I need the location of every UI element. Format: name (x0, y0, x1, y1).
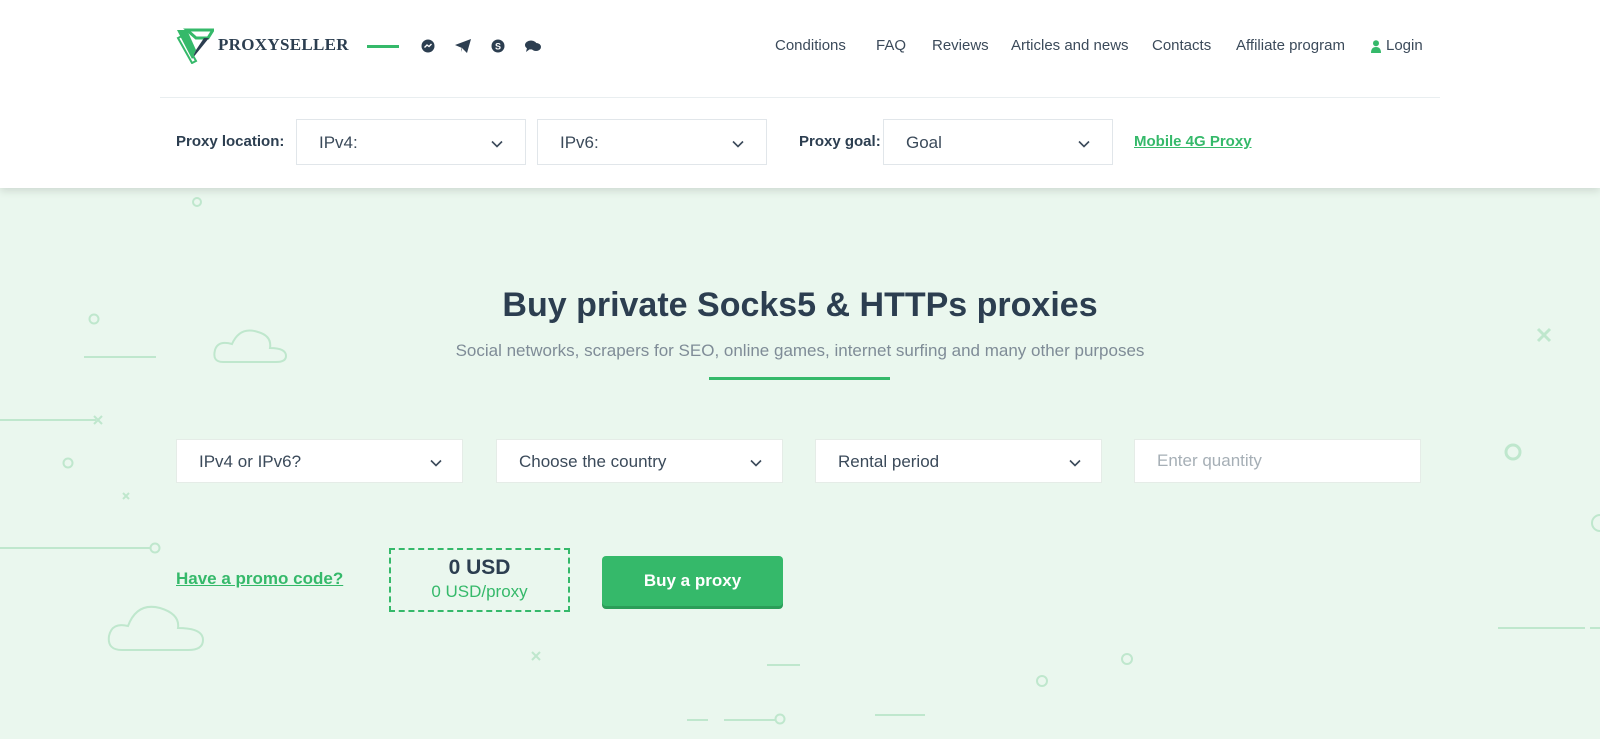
mobile-4g-proxy-link[interactable]: Mobile 4G Proxy (1134, 133, 1252, 150)
country-select[interactable]: Choose the country (496, 439, 783, 483)
svg-text:S: S (495, 42, 501, 52)
site-header: PROXYSELLER S Conditions FAQ Reviews Art… (0, 0, 1600, 188)
ipv4-select-value: IPv4: (319, 133, 358, 152)
promo-code-link[interactable]: Have a promo code? (176, 569, 343, 589)
rental-period-select[interactable]: Rental period (815, 439, 1102, 483)
chevron-down-icon (430, 459, 442, 467)
hero-title: Buy private Socks5 & HTTPs proxies (502, 286, 1098, 324)
chat-icon[interactable] (524, 37, 542, 55)
chevron-down-icon (1078, 140, 1090, 148)
proxy-goal-label: Proxy goal: (799, 133, 881, 150)
nav-contacts[interactable]: Contacts (1152, 37, 1211, 54)
login-link[interactable]: Login (1386, 37, 1423, 54)
logo-divider (367, 45, 399, 48)
user-icon (1371, 40, 1381, 53)
total-price: 0 USD (448, 556, 511, 579)
skype-icon[interactable]: S (489, 37, 507, 55)
ipv6-select-value: IPv6: (560, 133, 599, 152)
rental-period-select-value: Rental period (838, 452, 940, 471)
nav-articles-and-news[interactable]: Articles and news (1011, 37, 1129, 54)
nav-reviews[interactable]: Reviews (932, 37, 989, 54)
ipv4-location-select[interactable]: IPv4: (296, 119, 526, 165)
price-summary: 0 USD 0 USD/proxy (389, 548, 570, 612)
hero-underline (709, 377, 890, 380)
chevron-down-icon (491, 140, 503, 148)
protocol-select-value: IPv4 or IPv6? (199, 452, 302, 471)
nav-faq[interactable]: FAQ (876, 37, 906, 54)
buy-proxy-button[interactable]: Buy a proxy (602, 556, 783, 606)
logo[interactable]: PROXYSELLER (176, 26, 349, 64)
proxyseller-logo-icon (176, 28, 214, 64)
nav-affiliate-program[interactable]: Affiliate program (1236, 37, 1345, 54)
chevron-down-icon (750, 459, 762, 467)
nav-conditions[interactable]: Conditions (775, 37, 846, 54)
logo-text: PROXYSELLER (218, 35, 349, 54)
country-select-value: Choose the country (519, 452, 667, 471)
price-per-proxy: 0 USD/proxy (431, 582, 528, 601)
chevron-down-icon (732, 140, 744, 148)
messenger-icon[interactable] (419, 37, 437, 55)
chevron-down-icon (1069, 459, 1081, 467)
protocol-select[interactable]: IPv4 or IPv6? (176, 439, 463, 483)
goal-select-value: Goal (906, 133, 942, 152)
hero-subtitle: Social networks, scrapers for SEO, onlin… (455, 341, 1145, 360)
telegram-icon[interactable] (454, 37, 472, 55)
header-divider (160, 97, 1440, 98)
proxy-goal-select[interactable]: Goal (883, 119, 1113, 165)
quantity-input[interactable] (1135, 440, 1420, 482)
ipv6-location-select[interactable]: IPv6: (537, 119, 767, 165)
proxy-location-label: Proxy location: (176, 133, 285, 150)
quantity-field (1134, 439, 1421, 483)
